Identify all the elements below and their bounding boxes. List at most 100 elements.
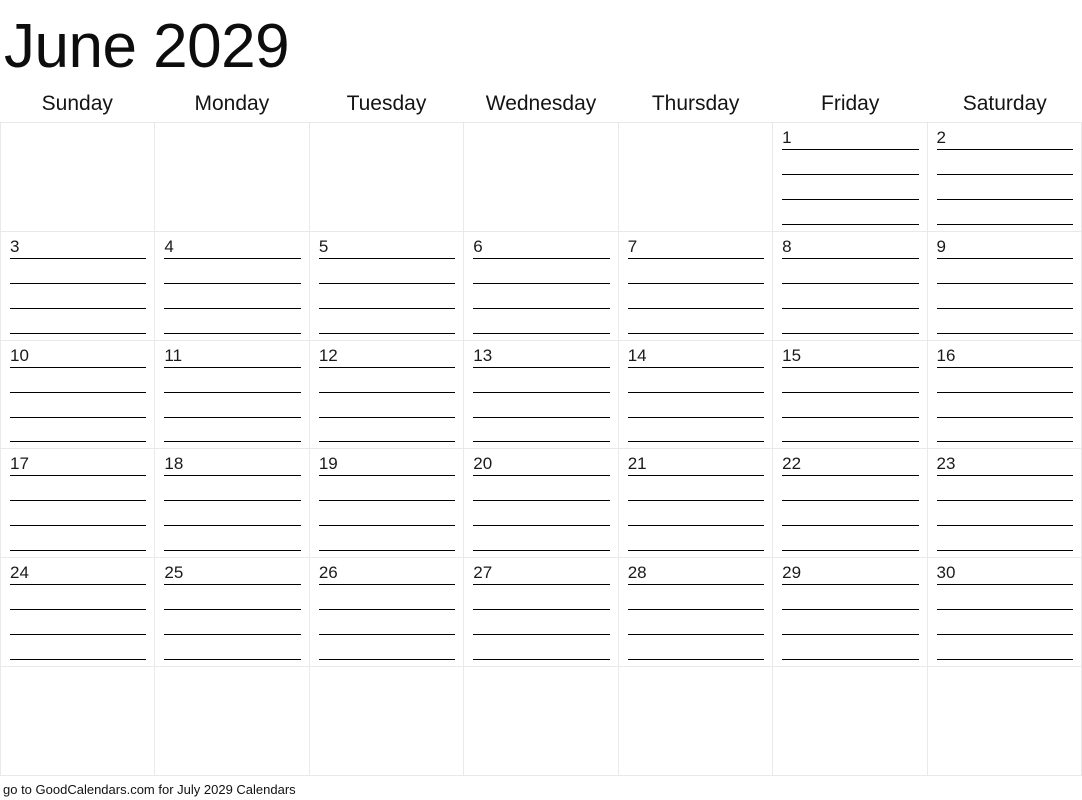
note-line[interactable] (782, 634, 919, 636)
note-line[interactable] (473, 500, 610, 502)
note-line[interactable] (10, 634, 147, 636)
note-line[interactable] (318, 391, 456, 393)
note-line[interactable] (318, 332, 456, 334)
note-line[interactable] (473, 609, 610, 611)
day-cell-16[interactable]: 16 (927, 340, 1082, 450)
note-line[interactable] (936, 173, 1073, 175)
note-line[interactable] (473, 525, 610, 527)
note-line[interactable] (782, 550, 919, 552)
note-line[interactable] (782, 391, 919, 393)
note-line[interactable] (164, 441, 301, 443)
note-line[interactable] (782, 366, 919, 368)
note-line[interactable] (936, 282, 1073, 284)
note-line[interactable] (164, 659, 301, 661)
note-line[interactable] (936, 475, 1073, 477)
note-line[interactable] (318, 550, 456, 552)
note-line[interactable] (627, 500, 765, 502)
day-cell-30[interactable]: 30 (927, 558, 1082, 668)
note-line[interactable] (936, 223, 1073, 225)
note-line[interactable] (164, 332, 301, 334)
note-line[interactable] (627, 525, 765, 527)
note-line[interactable] (10, 584, 147, 586)
note-line[interactable] (782, 584, 919, 586)
note-line[interactable] (473, 659, 610, 661)
day-cell-28[interactable]: 28 (618, 558, 774, 668)
day-cell-3[interactable]: 3 (1, 231, 156, 341)
note-line[interactable] (10, 332, 147, 334)
note-line[interactable] (10, 416, 147, 418)
note-line[interactable] (164, 282, 301, 284)
day-cell-27[interactable]: 27 (464, 558, 619, 668)
note-line[interactable] (627, 257, 765, 259)
note-line[interactable] (627, 634, 765, 636)
note-line[interactable] (473, 634, 610, 636)
note-line[interactable] (936, 416, 1073, 418)
note-line[interactable] (318, 500, 456, 502)
note-line[interactable] (782, 282, 919, 284)
note-line[interactable] (164, 391, 301, 393)
note-line[interactable] (627, 332, 765, 334)
note-line[interactable] (10, 500, 147, 502)
note-line[interactable] (164, 307, 301, 309)
note-line[interactable] (318, 584, 456, 586)
note-line[interactable] (936, 257, 1073, 259)
day-cell-26[interactable]: 26 (309, 558, 465, 668)
note-line[interactable] (318, 475, 456, 477)
day-cell-15[interactable]: 15 (773, 340, 928, 450)
note-line[interactable] (936, 525, 1073, 527)
note-line[interactable] (782, 525, 919, 527)
note-line[interactable] (318, 282, 456, 284)
note-line[interactable] (936, 584, 1073, 586)
note-line[interactable] (627, 550, 765, 552)
note-line[interactable] (473, 475, 610, 477)
note-line[interactable] (473, 441, 610, 443)
note-line[interactable] (473, 366, 610, 368)
note-line[interactable] (10, 659, 147, 661)
note-line[interactable] (782, 149, 919, 150)
day-cell-2[interactable]: 2 (927, 123, 1082, 232)
day-cell-17[interactable]: 17 (1, 449, 156, 559)
day-cell-29[interactable]: 29 (773, 558, 928, 668)
day-cell-20[interactable]: 20 (464, 449, 619, 559)
note-line[interactable] (782, 223, 919, 225)
note-line[interactable] (936, 307, 1073, 309)
note-line[interactable] (936, 634, 1073, 636)
note-line[interactable] (627, 282, 765, 284)
note-line[interactable] (782, 475, 919, 477)
day-cell-12[interactable]: 12 (309, 340, 465, 450)
note-line[interactable] (318, 307, 456, 309)
day-cell-21[interactable]: 21 (618, 449, 774, 559)
note-line[interactable] (627, 391, 765, 393)
note-line[interactable] (10, 441, 147, 443)
note-line[interactable] (318, 525, 456, 527)
day-cell-25[interactable]: 25 (155, 558, 310, 668)
day-cell-24[interactable]: 24 (1, 558, 156, 668)
note-line[interactable] (164, 475, 301, 477)
note-line[interactable] (936, 366, 1073, 368)
note-line[interactable] (936, 332, 1073, 334)
note-line[interactable] (627, 416, 765, 418)
note-line[interactable] (782, 332, 919, 334)
note-line[interactable] (164, 416, 301, 418)
note-line[interactable] (318, 609, 456, 611)
note-line[interactable] (10, 525, 147, 527)
note-line[interactable] (782, 659, 919, 661)
day-cell-4[interactable]: 4 (155, 231, 310, 341)
note-line[interactable] (782, 500, 919, 502)
note-line[interactable] (627, 659, 765, 661)
note-line[interactable] (473, 257, 610, 259)
note-line[interactable] (318, 416, 456, 418)
day-cell-8[interactable]: 8 (773, 231, 928, 341)
note-line[interactable] (627, 366, 765, 368)
note-line[interactable] (936, 550, 1073, 552)
note-line[interactable] (10, 366, 147, 368)
note-line[interactable] (164, 366, 301, 368)
note-line[interactable] (473, 307, 610, 309)
note-line[interactable] (164, 257, 301, 259)
note-line[interactable] (473, 584, 610, 586)
note-line[interactable] (936, 198, 1073, 200)
note-line[interactable] (164, 634, 301, 636)
day-cell-6[interactable]: 6 (464, 231, 619, 341)
day-cell-22[interactable]: 22 (773, 449, 928, 559)
note-line[interactable] (782, 198, 919, 200)
